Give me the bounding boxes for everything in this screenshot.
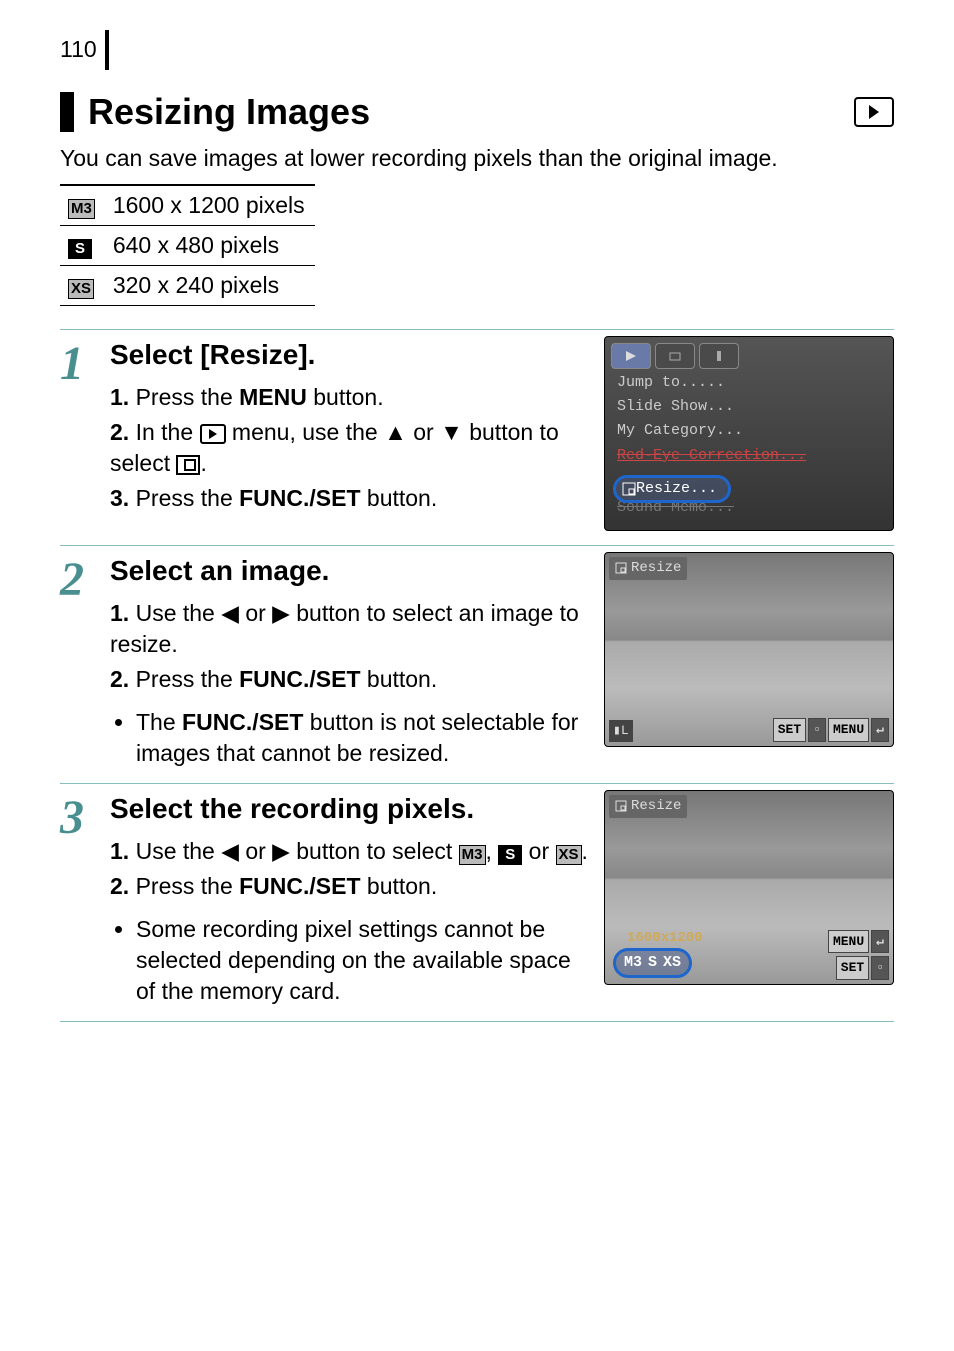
item-number: 2. — [110, 419, 129, 445]
camera-screen: Resize ▮L SET ▫ MENU ↵ — [604, 552, 894, 747]
right-arrow-icon — [272, 838, 290, 864]
size-indicator-icon: ▮L — [609, 720, 633, 742]
set-chip: SET — [836, 956, 869, 980]
step-body: Select the recording pixels. 1. Use the … — [110, 790, 590, 1007]
func-set-label: FUNC./SET — [239, 666, 360, 692]
down-arrow-icon — [440, 419, 463, 445]
pixel-option-text: 1600 x 1200 pixels — [105, 185, 315, 226]
return-icon: ↵ — [871, 718, 889, 742]
confirm-icon: ▫ — [871, 956, 889, 980]
step-1: 1 Select [Resize]. 1. Press the MENU but… — [60, 329, 894, 546]
list-item: 2. In the menu, use the or button to sel… — [110, 417, 590, 479]
resize-icon — [622, 482, 636, 496]
s-badge: S — [498, 845, 522, 865]
xs-badge: XS — [68, 279, 94, 299]
print-tab-icon — [655, 343, 695, 369]
menu-button-label: MENU — [239, 384, 307, 410]
step-title: Select the recording pixels. — [110, 790, 590, 828]
screenshot-step3: Resize 1600x1200 M3 S XS MENU ↵ SET ▫ — [604, 790, 894, 1007]
func-set-label: FUNC./SET — [182, 709, 303, 735]
title-accent-bar — [60, 92, 74, 132]
dimensions-text: 1600x1200 — [627, 929, 703, 948]
func-set-label: FUNC./SET — [239, 485, 360, 511]
menu-jump: Jump to..... — [617, 371, 881, 395]
menu-redeye: Red-Eye Correction... — [617, 444, 881, 468]
intro-text: You can save images at lower recording p… — [60, 143, 894, 174]
item-number: 1. — [110, 600, 129, 626]
playback-mode-icon — [854, 97, 894, 127]
step-instructions: 1. Use the or button to select M3, S or … — [110, 836, 590, 902]
return-icon: ↵ — [871, 930, 889, 954]
page-title: Resizing Images — [88, 88, 370, 137]
menu-category: My Category... — [617, 419, 881, 443]
menu-resize-highlight: Resize... — [613, 475, 731, 503]
step-3: 3 Select the recording pixels. 1. Use th… — [60, 783, 894, 1022]
step-instructions: 1. Press the MENU button. 2. In the menu… — [110, 382, 590, 514]
xs-badge: XS — [556, 845, 582, 865]
pixel-option-text: 640 x 480 pixels — [105, 225, 315, 265]
list-item: 2. Press the FUNC./SET button. — [110, 871, 590, 902]
list-item: 3. Press the FUNC./SET button. — [110, 483, 590, 514]
menu-chip: MENU — [828, 930, 869, 954]
left-arrow-icon — [221, 600, 239, 626]
s-badge: S — [68, 239, 92, 259]
step-number: 3 — [60, 794, 96, 1007]
list-item: 1. Press the MENU button. — [110, 382, 590, 413]
set-chip: SET — [773, 718, 806, 742]
right-arrow-icon — [272, 600, 290, 626]
step-instructions: 1. Use the or button to select an image … — [110, 598, 590, 695]
opt-s: S — [648, 953, 657, 973]
item-number: 1. — [110, 384, 129, 410]
vertical-bar-decor — [105, 30, 109, 70]
screenshot-step1: Jump to..... Slide Show... My Category..… — [604, 336, 894, 531]
opt-m3: M3 — [624, 953, 642, 973]
m3-badge: M3 — [459, 845, 486, 865]
step-2: 2 Select an image. 1. Use the or button … — [60, 545, 894, 784]
up-arrow-icon — [384, 419, 407, 445]
func-set-label: FUNC./SET — [239, 873, 360, 899]
list-item: 1. Use the or button to select M3, S or … — [110, 836, 590, 867]
item-number: 3. — [110, 485, 129, 511]
play-tab-icon — [611, 343, 651, 369]
note-item: The FUNC./SET button is not selectable f… — [136, 707, 590, 769]
list-item: 1. Use the or button to select an image … — [110, 598, 590, 660]
page-number: 110 — [60, 34, 97, 65]
step-number: 1 — [60, 340, 96, 531]
camera-screen: Jump to..... Slide Show... My Category..… — [604, 336, 894, 531]
table-row: S 640 x 480 pixels — [60, 225, 315, 265]
camera-screen: Resize 1600x1200 M3 S XS MENU ↵ SET ▫ — [604, 790, 894, 985]
note-item: Some recording pixel settings cannot be … — [136, 914, 590, 1007]
item-number: 1. — [110, 838, 129, 864]
step-title: Select [Resize]. — [110, 336, 590, 374]
item-number: 2. — [110, 873, 129, 899]
title-row: Resizing Images — [60, 88, 894, 137]
left-arrow-icon — [221, 838, 239, 864]
step-body: Select an image. 1. Use the or button to… — [110, 552, 590, 769]
step-title: Select an image. — [110, 552, 590, 590]
table-row: XS 320 x 240 pixels — [60, 265, 315, 305]
resize-screen-label: Resize — [609, 557, 687, 580]
resize-menu-icon — [176, 455, 200, 475]
step-body: Select [Resize]. 1. Press the MENU butto… — [110, 336, 590, 531]
menu-slideshow: Slide Show... — [617, 395, 881, 419]
tools-tab-icon — [699, 343, 739, 369]
menu-chip: MENU — [828, 718, 869, 742]
resize-screen-label: Resize — [609, 795, 687, 818]
resize-chip-icon: ▫ — [808, 718, 826, 742]
opt-xs: XS — [663, 953, 681, 973]
step-number: 2 — [60, 556, 96, 769]
step-notes: Some recording pixel settings cannot be … — [110, 914, 590, 1007]
pixel-options-table: M3 1600 x 1200 pixels S 640 x 480 pixels… — [60, 184, 315, 306]
size-options-highlight: M3 S XS — [613, 948, 692, 978]
list-item: 2. Press the FUNC./SET button. — [110, 664, 590, 695]
m3-badge: M3 — [68, 199, 95, 219]
page-header: 110 — [60, 30, 894, 70]
playback-menu-icon — [200, 424, 226, 444]
screenshot-step2: Resize ▮L SET ▫ MENU ↵ — [604, 552, 894, 769]
table-row: M3 1600 x 1200 pixels — [60, 185, 315, 226]
item-number: 2. — [110, 666, 129, 692]
title-left: Resizing Images — [60, 88, 370, 137]
step-notes: The FUNC./SET button is not selectable f… — [110, 707, 590, 769]
pixel-option-text: 320 x 240 pixels — [105, 265, 315, 305]
